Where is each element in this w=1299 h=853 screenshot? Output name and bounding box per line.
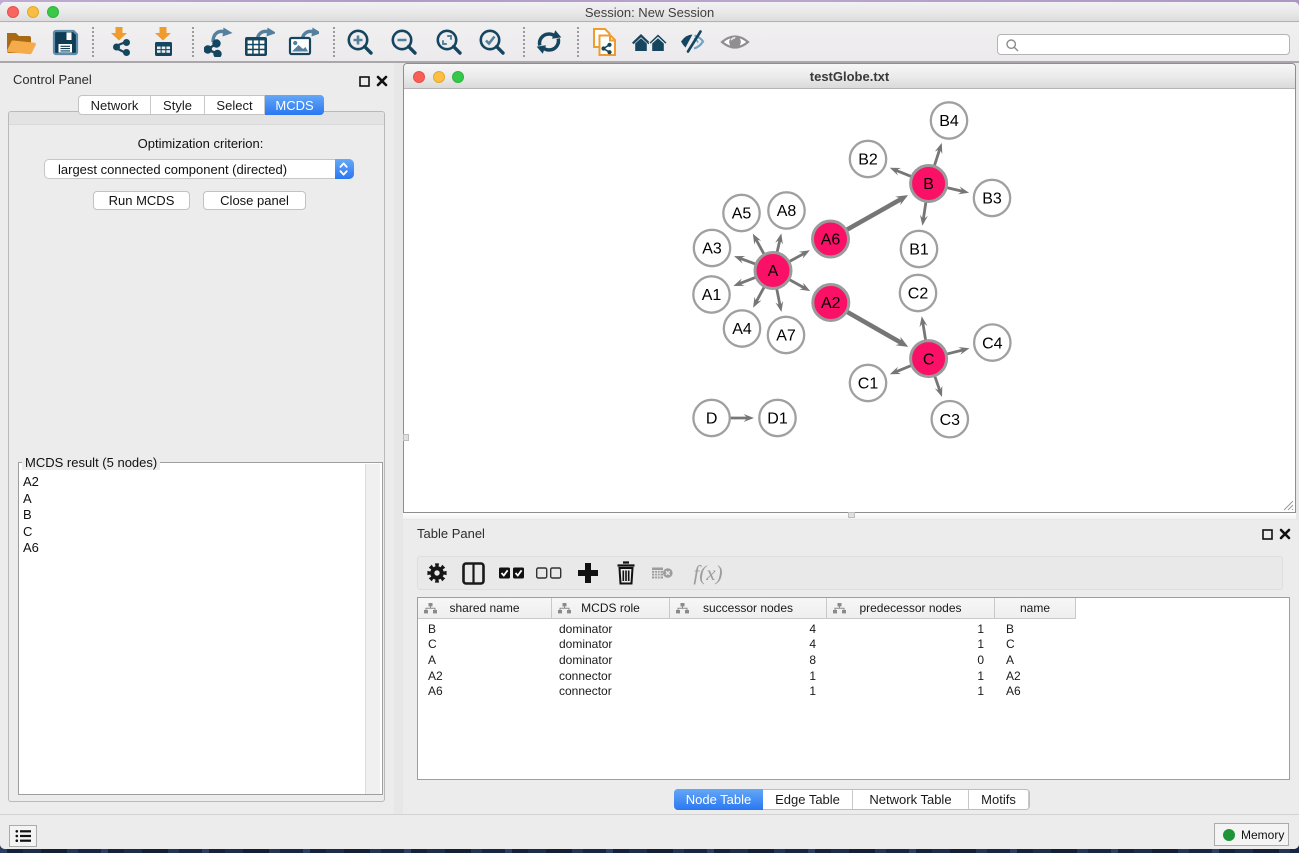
svg-text:C2: C2 — [908, 286, 929, 303]
svg-text:B4: B4 — [939, 113, 959, 130]
svg-text:A2: A2 — [821, 295, 841, 312]
svg-text:A7: A7 — [776, 328, 796, 345]
svg-text:A5: A5 — [732, 206, 752, 223]
svg-text:C1: C1 — [858, 376, 879, 393]
svg-text:B3: B3 — [982, 191, 1002, 208]
svg-text:A6: A6 — [821, 232, 841, 249]
svg-text:C: C — [923, 351, 935, 368]
svg-text:B: B — [923, 176, 934, 193]
svg-text:A3: A3 — [702, 241, 722, 258]
svg-text:D: D — [706, 411, 718, 428]
svg-text:A8: A8 — [777, 203, 797, 220]
svg-text:B1: B1 — [909, 242, 929, 259]
svg-text:A4: A4 — [732, 321, 752, 338]
svg-text:C4: C4 — [982, 335, 1003, 352]
svg-text:B2: B2 — [858, 152, 878, 169]
svg-text:C3: C3 — [940, 412, 961, 429]
svg-text:A: A — [768, 263, 779, 280]
svg-text:D1: D1 — [767, 411, 788, 428]
svg-text:A1: A1 — [702, 287, 722, 304]
